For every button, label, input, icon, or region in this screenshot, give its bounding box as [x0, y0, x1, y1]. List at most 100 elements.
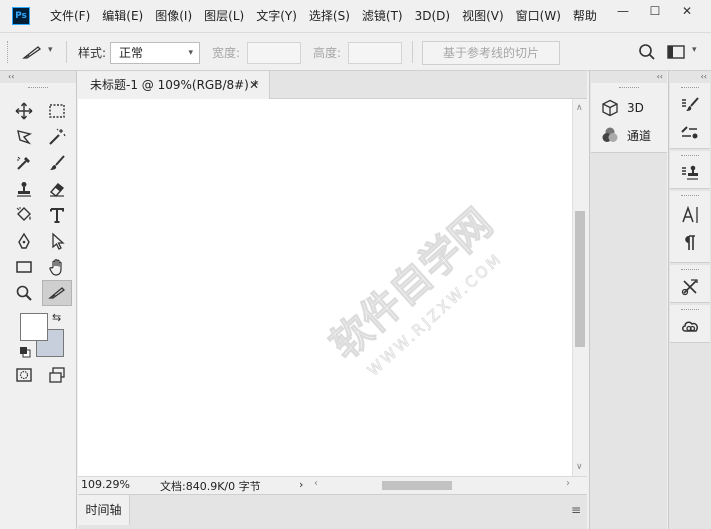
menu-item[interactable]: 图像(I)	[149, 0, 198, 33]
panel-channels[interactable]: 通道	[601, 124, 651, 146]
panel-group-libraries	[670, 305, 710, 343]
slice-tool-icon[interactable]	[42, 280, 72, 306]
menu-item[interactable]: 视图(V)	[456, 0, 510, 33]
libraries-icon[interactable]	[680, 317, 700, 337]
width-input[interactable]	[247, 42, 301, 64]
panel-group-clone-source	[670, 151, 710, 189]
eyedropper-tool-icon[interactable]	[10, 151, 38, 175]
eraser-tool-icon[interactable]	[43, 177, 71, 201]
style-label: 样式:	[78, 46, 107, 60]
separator	[412, 41, 413, 63]
panel-grip[interactable]	[681, 155, 699, 157]
path-selection-tool-icon[interactable]	[43, 229, 71, 253]
marquee-tool-icon[interactable]	[43, 99, 71, 123]
brush-settings-icon[interactable]	[680, 95, 700, 115]
toolbar-grip[interactable]	[28, 87, 48, 89]
scroll-right-icon[interactable]: ›	[566, 478, 570, 489]
workspace-icon[interactable]	[666, 43, 686, 61]
tools-panel: ‹‹ ⇆	[0, 71, 77, 529]
channels-icon	[602, 127, 618, 142]
collapse-panels-icon[interactable]: ‹‹	[590, 71, 667, 83]
pen-tool-icon[interactable]	[10, 229, 38, 253]
move-tool-icon[interactable]	[10, 99, 38, 123]
hand-tool-icon[interactable]	[43, 255, 71, 279]
quick-mask-icon[interactable]	[10, 363, 38, 387]
menu-item[interactable]: 文字(Y)	[250, 0, 303, 33]
search-icon[interactable]	[638, 43, 656, 61]
menu-item[interactable]: 滤镜(T)	[356, 0, 409, 33]
icon-panel-dock: ‹‹	[668, 71, 711, 529]
watermark-text: 软件自学网	[322, 200, 501, 368]
menu-item[interactable]: 3D(D)	[409, 0, 456, 33]
menu-item[interactable]: 帮助	[567, 0, 603, 33]
horizontal-scroll-thumb[interactable]	[382, 481, 452, 490]
height-input[interactable]	[348, 42, 402, 64]
panel-group-brushes	[670, 83, 710, 149]
collapse-icon-panels-icon[interactable]: ‹‹	[669, 71, 711, 83]
minimize-button[interactable]: —	[607, 0, 639, 22]
close-icon[interactable]: ✕	[249, 71, 259, 99]
menu-item[interactable]: 窗口(W)	[510, 0, 567, 33]
tool-presets-icon[interactable]	[680, 277, 700, 297]
status-menu-icon[interactable]: ›	[299, 478, 303, 491]
clone-source-icon[interactable]	[680, 163, 700, 183]
options-grip[interactable]	[7, 41, 9, 63]
timeline-tab[interactable]: 时间轴	[78, 495, 130, 525]
options-bar: ▾ 样式: 正常 ▾ 宽度: 高度: 基于参考线的切片 ▾	[0, 33, 711, 71]
zoom-tool-icon[interactable]	[10, 281, 38, 305]
style-select[interactable]: 正常 ▾	[110, 42, 200, 64]
panel-3d[interactable]: 3D	[601, 97, 644, 119]
panel-grip[interactable]	[681, 195, 699, 197]
paint-bucket-tool-icon[interactable]	[10, 203, 38, 227]
brushes-icon[interactable]	[680, 123, 700, 143]
panel-grip[interactable]	[681, 269, 699, 271]
maximize-button[interactable]: ☐	[639, 0, 671, 22]
stamp-tool-icon[interactable]	[10, 177, 38, 201]
lasso-tool-icon[interactable]	[10, 125, 38, 149]
separator	[66, 41, 67, 63]
slices-from-guides-button[interactable]: 基于参考线的切片	[422, 41, 560, 65]
close-button[interactable]: ✕	[671, 0, 703, 22]
watermark-url: WWW.RJZXW.COM	[364, 249, 506, 380]
menu-item[interactable]: 文件(F)	[44, 0, 96, 33]
workspace-dropdown-icon[interactable]: ▾	[692, 45, 697, 55]
magic-wand-tool-icon[interactable]	[43, 125, 71, 149]
slice-tool-preset-icon[interactable]	[22, 43, 42, 61]
panel-grip[interactable]	[619, 87, 639, 89]
horizontal-scrollbar[interactable]: ‹ ›	[310, 478, 572, 492]
brush-tool-icon[interactable]	[43, 151, 71, 175]
panel-grip[interactable]	[681, 87, 699, 89]
menu-bar: Ps 文件(F) 编辑(E) 图像(I) 图层(L) 文字(Y) 选择(S) 滤镜(T) 3D…	[0, 0, 711, 33]
vertical-scrollbar[interactable]: ∧ ∨	[572, 99, 587, 476]
screen-mode-icon[interactable]	[43, 363, 71, 387]
document-tab[interactable]: 未标题-1 @ 109%(RGB/8#) * ✕	[78, 71, 270, 99]
scroll-down-icon[interactable]: ∨	[576, 462, 583, 472]
scroll-up-icon[interactable]: ∧	[576, 103, 583, 113]
panel-menu-icon[interactable]: ≡	[571, 503, 581, 517]
paragraph-icon[interactable]	[680, 233, 700, 253]
collapsed-panels: 3D 通道	[591, 83, 667, 153]
character-icon[interactable]	[680, 205, 700, 225]
menu-item[interactable]: 编辑(E)	[96, 0, 149, 33]
menu-item[interactable]: 图层(L)	[198, 0, 250, 33]
foreground-color-swatch[interactable]	[20, 313, 48, 341]
vertical-scroll-thumb[interactable]	[575, 211, 585, 347]
panel-channels-label: 通道	[627, 128, 652, 143]
panel-grip[interactable]	[681, 309, 699, 311]
swap-colors-icon[interactable]: ⇆	[52, 311, 61, 324]
panel-group-tool-presets	[670, 265, 710, 303]
zoom-level[interactable]: 109.29%	[81, 478, 130, 491]
type-tool-icon[interactable]	[43, 203, 71, 227]
document-tab-bar: 未标题-1 @ 109%(RGB/8#) * ✕	[78, 71, 587, 99]
panel-group-type	[670, 191, 710, 263]
canvas[interactable]: 软件自学网 WWW.RJZXW.COM	[78, 99, 572, 476]
document-info: 文档:840.9K/0 字节	[160, 480, 261, 493]
collapse-toolbar-icon[interactable]: ‹‹	[0, 71, 76, 83]
rectangle-tool-icon[interactable]	[10, 255, 38, 279]
menu-item[interactable]: 选择(S)	[303, 0, 356, 33]
chevron-down-icon: ▾	[188, 48, 193, 58]
default-colors-icon[interactable]	[19, 346, 31, 358]
window-controls: — ☐ ✕	[607, 0, 703, 22]
tool-preset-dropdown-icon[interactable]: ▾	[48, 45, 53, 55]
scroll-left-icon[interactable]: ‹	[314, 478, 318, 489]
